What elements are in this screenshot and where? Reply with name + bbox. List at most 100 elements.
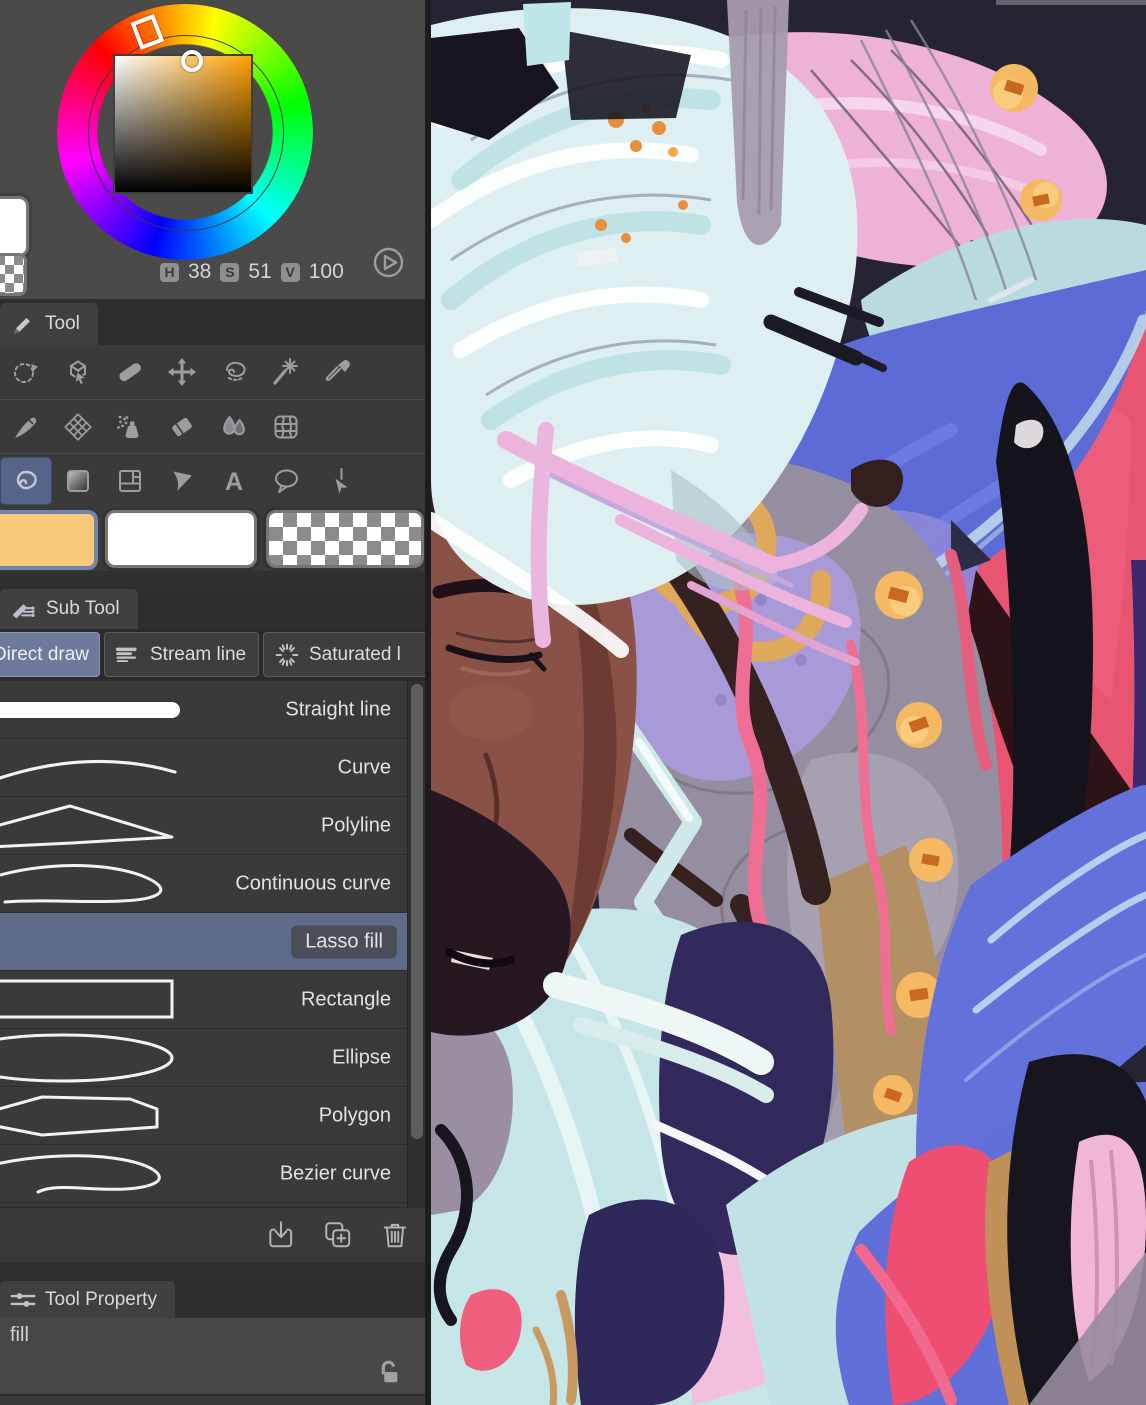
- hsv-readout: H 38 S 51 V 100: [160, 255, 360, 289]
- stream-line-icon: [115, 642, 141, 668]
- subtool-item-lasso-fill[interactable]: Lasso fill: [0, 913, 407, 971]
- tool-layer-move[interactable]: [104, 348, 156, 396]
- group-tab-stream-line[interactable]: Stream line: [104, 632, 259, 677]
- object-cube-icon: [63, 357, 93, 387]
- sv-indicator[interactable]: [181, 50, 203, 72]
- import-subtool-icon[interactable]: [265, 1219, 297, 1251]
- saturation-value-square[interactable]: [115, 50, 251, 192]
- value-badge: V: [280, 262, 300, 282]
- pen-icon: [13, 317, 30, 334]
- lasso-icon: [219, 357, 249, 387]
- tab-tool-property[interactable]: Tool Property: [0, 1281, 175, 1318]
- clip-studio-window: H 38 S 51 V 100 Tool A Sub Tool Direct d…: [0, 0, 1146, 1405]
- hue-value: 38: [188, 260, 212, 283]
- tool-tabbar: Tool: [0, 299, 425, 345]
- sliders-icon: [10, 1292, 36, 1307]
- tool-grid: A: [0, 345, 425, 507]
- bezier-curve-preview: [0, 1154, 161, 1194]
- tool-polyline-fill[interactable]: [156, 457, 208, 505]
- tool-property-body: fill: [0, 1318, 425, 1394]
- marquee-select-icon: [11, 357, 38, 387]
- subtool-item-polygon[interactable]: Polygon: [0, 1087, 407, 1145]
- subtool-tabbar: Sub Tool: [0, 585, 425, 629]
- svg-text:A: A: [225, 468, 243, 496]
- delete-subtool-icon[interactable]: [379, 1219, 411, 1251]
- subtool-item-ellipse[interactable]: Ellipse: [0, 1029, 407, 1087]
- frame-border-icon: [115, 466, 145, 496]
- gradient-icon: [63, 466, 93, 496]
- continuous-curve-preview: [0, 864, 163, 904]
- tool-line-correct[interactable]: [312, 457, 364, 505]
- curve-preview: [0, 759, 177, 780]
- subtool-scrollbar[interactable]: [407, 681, 425, 1207]
- tool-balloon[interactable]: [260, 457, 312, 505]
- saturation-badge: S: [220, 262, 240, 282]
- move-arrows-icon: [168, 358, 196, 386]
- polyline-preview: [0, 804, 174, 849]
- group-tab-direct-draw[interactable]: Direct draw: [0, 632, 100, 677]
- left-panel: H 38 S 51 V 100 Tool A Sub Tool Direct d…: [0, 0, 425, 1405]
- ellipse-preview: [0, 1033, 174, 1083]
- duplicate-subtool-icon[interactable]: [322, 1219, 354, 1251]
- hue-badge: H: [160, 262, 179, 282]
- subtool-item-straight-line[interactable]: Straight line: [0, 681, 407, 739]
- tool-text[interactable]: A: [208, 457, 260, 505]
- sub-color-swatch[interactable]: [0, 196, 29, 257]
- tool-pattern-brush[interactable]: [52, 403, 104, 451]
- tab-tool[interactable]: Tool: [0, 303, 98, 345]
- subtool-item-rectangle[interactable]: Rectangle: [0, 971, 407, 1029]
- straight-line-preview: [0, 702, 180, 718]
- tool-blend[interactable]: [208, 403, 260, 451]
- tab-subtool-label: Sub Tool: [46, 598, 120, 619]
- rectangle-preview: [0, 979, 174, 1019]
- saturation-value: 51: [248, 260, 272, 283]
- speech-balloon-icon: [271, 466, 301, 496]
- polygon-preview: [0, 1095, 159, 1137]
- tool-airbrush[interactable]: [104, 403, 156, 451]
- subtool-scrollbar-thumb[interactable]: [411, 684, 423, 1139]
- color-wheel[interactable]: [57, 4, 313, 260]
- sub-color-swatch-large[interactable]: [105, 510, 257, 568]
- brush-icon: [15, 417, 37, 438]
- unlock-icon[interactable]: [373, 1356, 403, 1386]
- tool-gradient[interactable]: [52, 457, 104, 505]
- group-tab-saturated-line[interactable]: Saturated l: [263, 632, 425, 677]
- tool-liquify[interactable]: [260, 403, 312, 451]
- airbrush-icon: [117, 415, 139, 438]
- tool-move[interactable]: [156, 348, 208, 396]
- tool-eraser[interactable]: [156, 403, 208, 451]
- magic-wand-icon: [271, 357, 301, 387]
- crosshatch-icon: [63, 412, 93, 442]
- canvas-area[interactable]: [423, 0, 1146, 1405]
- tool-property-tabbar: Tool Property: [0, 1278, 425, 1318]
- tool-figure[interactable]: [0, 456, 52, 505]
- tool-marquee-select[interactable]: [0, 348, 52, 396]
- tool-lasso[interactable]: [208, 348, 260, 396]
- subtool-list: Straight line Curve Polyline Continuous …: [0, 681, 425, 1207]
- main-color-swatch[interactable]: [0, 510, 98, 570]
- blend-drops-icon: [219, 412, 249, 442]
- subtool-item-bezier-curve[interactable]: Bezier curve: [0, 1145, 407, 1203]
- eyedropper-icon: [323, 360, 350, 387]
- subtool-item-continuous-curve[interactable]: Continuous curve: [0, 855, 407, 913]
- subtool-item-curve[interactable]: Curve: [0, 739, 407, 797]
- line-correct-arrow-icon: [335, 466, 348, 494]
- drawing-color-swatches: [0, 507, 425, 571]
- text-icon: A: [225, 468, 243, 496]
- polyline-fill-icon: [173, 471, 192, 491]
- transparent-swatch-large[interactable]: [266, 510, 424, 568]
- color-slider-toggle-icon[interactable]: [372, 246, 405, 279]
- tab-tool-property-label: Tool Property: [45, 1288, 157, 1310]
- transparent-color-swatch[interactable]: [0, 253, 27, 296]
- tool-magic-wand[interactable]: [260, 348, 312, 396]
- tab-subtool[interactable]: Sub Tool: [0, 589, 138, 629]
- tool-frame-border[interactable]: [104, 457, 156, 505]
- figure-lasso-icon: [11, 466, 41, 496]
- tool-object[interactable]: [52, 348, 104, 396]
- subtool-group-tabs: Direct draw Stream line Saturated l: [0, 629, 425, 681]
- liquify-grid-icon: [271, 412, 301, 442]
- color-wheel-panel: H 38 S 51 V 100: [0, 0, 425, 301]
- subtool-item-polyline[interactable]: Polyline: [0, 797, 407, 855]
- tool-eyedropper[interactable]: [312, 348, 364, 396]
- tool-brush[interactable]: [0, 403, 52, 451]
